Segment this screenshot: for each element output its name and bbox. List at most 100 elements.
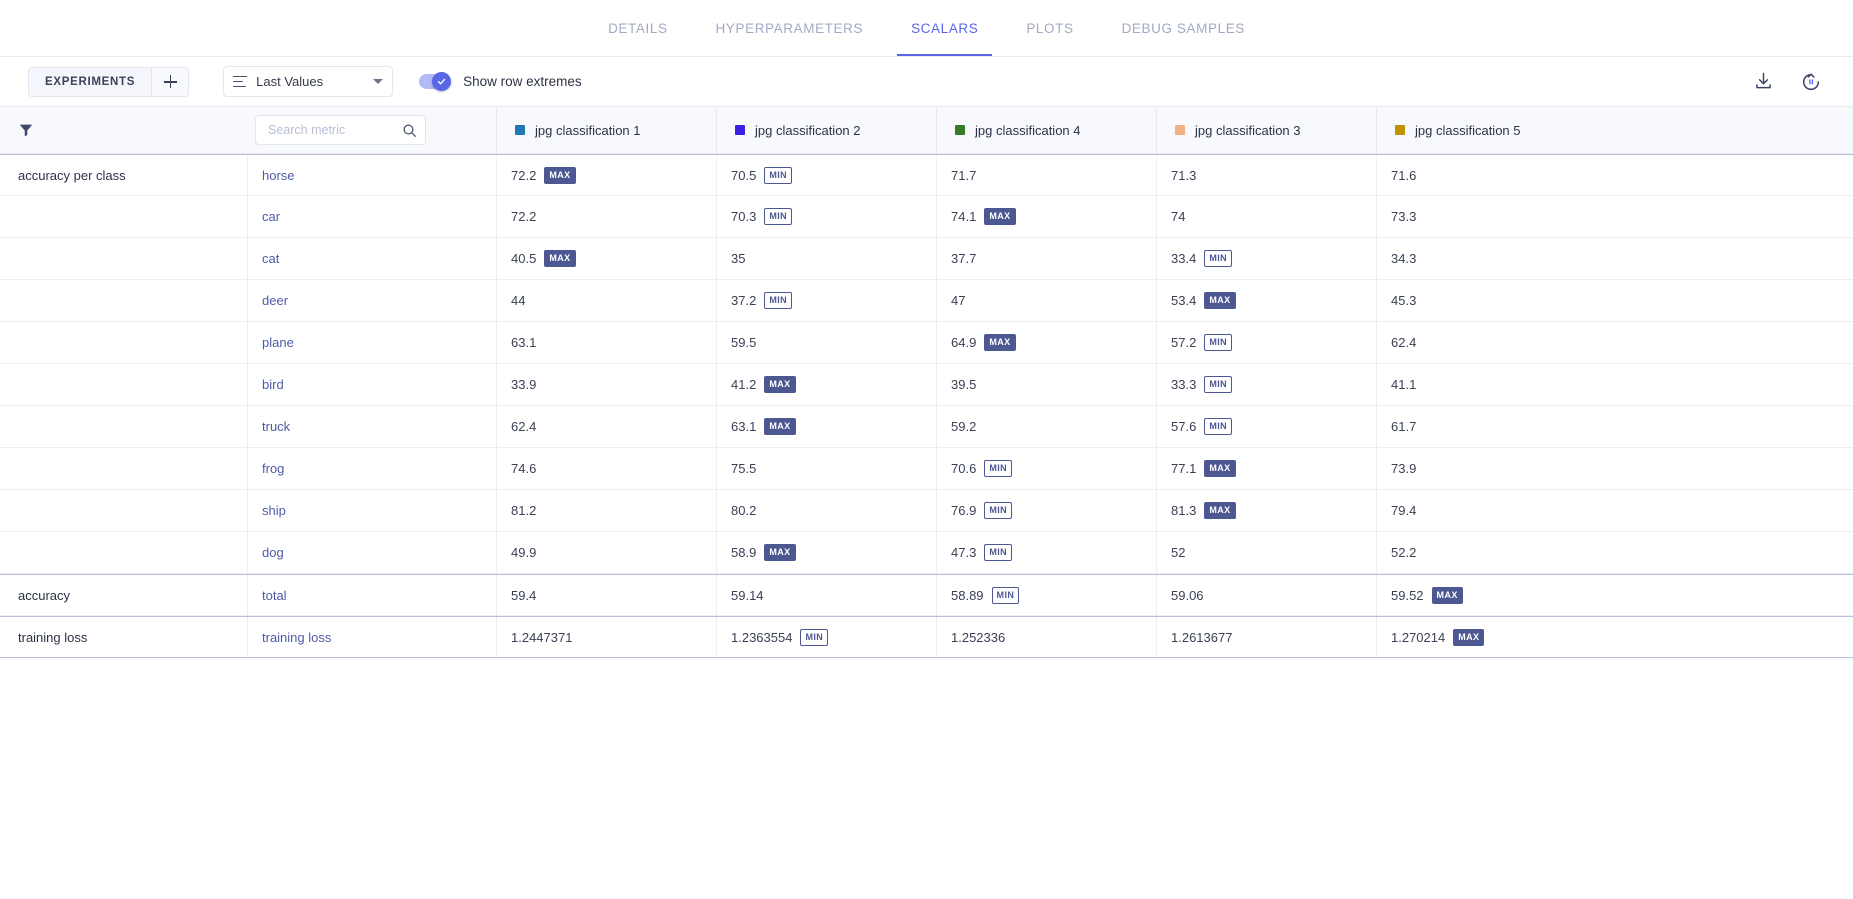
value-cell: 63.1 MAX [716,406,936,447]
metric-variant-link[interactable]: horse [247,155,496,195]
tab-list: DETAILS HYPERPARAMETERS SCALARS PLOTS DE… [584,0,1269,56]
extreme-badge: MAX [1204,292,1236,309]
value-cell: 33.9 [496,364,716,405]
filter-button[interactable] [18,122,34,138]
metric-variant-link[interactable]: deer [247,280,496,321]
tab-scalars-label: SCALARS [911,20,979,36]
metric-group-label [0,448,247,489]
metric-variant-link[interactable]: truck [247,406,496,447]
extreme-badge: MIN [984,460,1013,477]
metric-variant-link[interactable]: frog [247,448,496,489]
column-header-jpg-classification-4[interactable]: jpg classification 4 [936,107,1156,153]
metric-variant-link[interactable]: cat [247,238,496,279]
value-text: 34.3 [1391,251,1417,266]
value-text: 40.5 [511,251,537,266]
extreme-badge: MAX [764,376,796,393]
metric-variant-link[interactable]: car [247,196,496,237]
value-cell: 47 [936,280,1156,321]
metric-variant-link[interactable]: dog [247,532,496,573]
metric-variant-link[interactable]: plane [247,322,496,363]
value-cell: 1.2447371 [496,617,716,657]
value-text: 63.1 [511,335,537,350]
toolbar-actions [1751,70,1831,94]
toggle-knob [432,72,452,91]
value-cell: 77.1 MAX [1156,448,1376,489]
experiments-button-label: EXPERIMENTS [45,75,136,88]
value-cell: 59.52 MAX [1376,575,1853,615]
extreme-badge: MAX [1204,460,1236,477]
value-cell: 33.3 MIN [1156,364,1376,405]
series-color-swatch [1175,125,1185,135]
value-cell: 61.7 [1376,406,1853,447]
value-cell: 63.1 [496,322,716,363]
value-cell: 81.3 MAX [1156,490,1376,531]
add-experiment-button[interactable] [152,67,189,96]
refresh-pause-icon [1802,73,1820,90]
value-text: 77.1 [1171,461,1197,476]
extreme-badge: MAX [1431,586,1463,604]
series-color-swatch [735,125,745,135]
value-cell: 1.2363554 MIN [716,617,936,657]
metric-variant-link[interactable]: total [247,575,496,615]
value-text: 47.3 [951,545,977,560]
column-header-jpg-classification-2[interactable]: jpg classification 2 [716,107,936,153]
value-cell: 72.2 [496,196,716,237]
table-row: truck 62.4 63.1 MAX 59.2 57.6 MIN 61.7 [0,406,1853,448]
column-header-label: jpg classification 5 [1415,122,1521,138]
metric-variant-link[interactable]: training loss [247,617,496,657]
metric-variant-link[interactable]: bird [247,364,496,405]
tab-debug-samples[interactable]: DEBUG SAMPLES [1098,0,1269,56]
values-mode-select[interactable]: Last Values [223,66,394,97]
series-color-swatch [955,125,965,135]
tab-plots[interactable]: PLOTS [1002,0,1097,56]
filter-icon [19,124,33,137]
search-icon[interactable] [402,123,417,138]
value-cell: 74.1 MAX [936,196,1156,237]
tab-details[interactable]: DETAILS [584,0,691,56]
value-text: 39.5 [951,377,977,392]
value-text: 72.2 [511,167,537,183]
value-text: 44 [511,293,526,308]
tab-scalars[interactable]: SCALARS [887,0,1002,56]
metric-variant-link[interactable]: ship [247,490,496,531]
table-row: dog 49.9 58.9 MAX 47.3 MIN 52 52.2 [0,532,1853,574]
value-cell: 40.5 MAX [496,238,716,279]
tab-hyperparameters[interactable]: HYPERPARAMETERS [692,0,888,56]
value-text: 71.7 [951,167,977,183]
value-text: 73.9 [1391,461,1417,476]
search-metric-box[interactable] [255,115,426,145]
value-cell: 71.3 [1156,155,1376,195]
value-cell: 74.6 [496,448,716,489]
extreme-badge: MAX [984,208,1016,225]
extreme-badge: MIN [984,502,1013,519]
column-header-jpg-classification-3[interactable]: jpg classification 3 [1156,107,1376,153]
value-text: 47 [951,293,966,308]
value-text: 64.9 [951,335,977,350]
value-cell: 59.2 [936,406,1156,447]
experiments-button[interactable]: EXPERIMENTS [29,67,153,96]
value-text: 49.9 [511,545,537,560]
value-cell: 33.4 MIN [1156,238,1376,279]
refresh-pause-button[interactable] [1799,70,1823,94]
column-header-jpg-classification-5[interactable]: jpg classification 5 [1376,107,1853,153]
search-cell [247,107,496,153]
value-text: 74 [1171,209,1186,224]
value-text: 37.7 [951,251,977,266]
extreme-badge: MIN [1204,376,1233,393]
value-cell: 1.252336 [936,617,1156,657]
download-button[interactable] [1751,70,1775,94]
table-row: training loss training loss 1.2447371 1.236… [0,616,1853,658]
extreme-badge: MAX [544,166,576,184]
value-text: 62.4 [511,419,537,434]
filter-cell [0,107,247,153]
value-cell: 57.2 MIN [1156,322,1376,363]
value-text: 75.5 [731,461,757,476]
column-header-jpg-classification-1[interactable]: jpg classification 1 [496,107,716,153]
table-row: cat 40.5 MAX 35 37.7 33.4 MIN 34.3 [0,238,1853,280]
list-lines-icon [233,75,248,88]
value-text: 79.4 [1391,503,1417,518]
extreme-badge: MIN [800,628,829,646]
show-row-extremes-toggle[interactable]: Show row extremes [419,72,582,91]
value-cell: 59.4 [496,575,716,615]
search-metric-input[interactable] [266,122,402,138]
